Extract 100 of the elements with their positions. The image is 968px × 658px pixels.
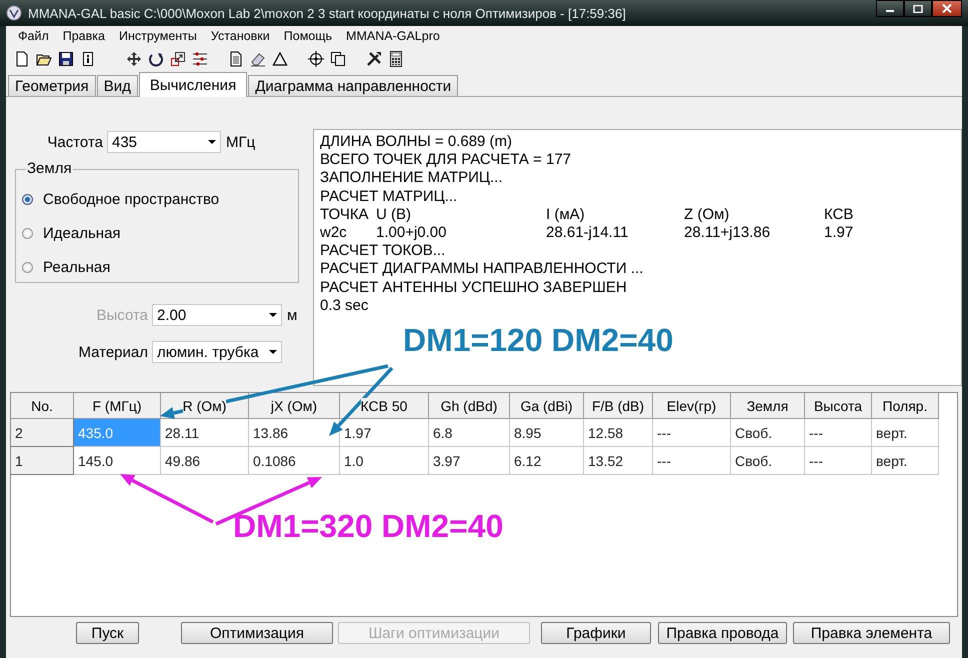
- log-line: РАСЧЕТ ДИАГРАММЫ НАПРАВЛЕННОСТИ ...: [320, 260, 644, 279]
- table-cell: 1.0: [340, 447, 429, 475]
- column-header[interactable]: R (Ом): [161, 393, 249, 419]
- app-icon: [6, 5, 22, 21]
- minimize-button[interactable]: [876, 0, 904, 17]
- log-line: I (мА): [546, 206, 586, 224]
- unit-label: м: [286, 306, 298, 324]
- table-cell: 6.12: [510, 447, 584, 475]
- caret-icon: [269, 313, 277, 317]
- table-cell: 13.52: [584, 447, 653, 475]
- table-cell: 6.8: [429, 419, 510, 447]
- resize-icon[interactable]: [170, 51, 186, 67]
- field-label: Частота: [46, 134, 104, 150]
- log-line: РАСЧЕТ ТОКОВ...: [320, 242, 446, 260]
- column-header[interactable]: jX (Ом): [249, 393, 340, 419]
- action-button[interactable]: Правка провода: [658, 622, 787, 644]
- log-line: ДЛИНА ВОЛНЫ = 0.689 (m): [320, 133, 512, 152]
- maximize-icon: [913, 4, 923, 12]
- log-line: КСВ: [824, 206, 854, 224]
- menu-item[interactable]: Инструменты: [112, 29, 205, 43]
- log-line: ТОЧКА: [320, 206, 370, 224]
- log-line: 28.61-j14.11: [546, 224, 630, 242]
- copy-icon[interactable]: [330, 51, 346, 67]
- table-cell: 1: [11, 447, 74, 475]
- table-cell: верт.: [872, 419, 939, 447]
- log-line: w2c: [320, 224, 348, 242]
- eraser-icon[interactable]: [250, 51, 266, 67]
- new-file-icon[interactable]: [14, 51, 30, 67]
- field-label: Высота: [95, 306, 149, 324]
- menu-item[interactable]: Помощь: [278, 29, 340, 43]
- tab[interactable]: Диаграмма направленности: [248, 75, 458, 96]
- table-cell: Своб.: [731, 447, 805, 475]
- close-icon: [942, 4, 952, 13]
- caret-icon: [269, 350, 277, 354]
- table-cell: ---: [653, 419, 731, 447]
- table-cell: 435.0: [74, 419, 161, 447]
- crosshair-icon[interactable]: [308, 51, 324, 67]
- triangle-icon[interactable]: [272, 51, 288, 67]
- menu-item[interactable]: Файл: [12, 29, 57, 43]
- radio-option[interactable]: Свободное пространство: [16, 182, 298, 216]
- log-line: 1.00+j0.00: [376, 224, 448, 242]
- table-cell: 1.97: [340, 419, 429, 447]
- menu-item[interactable]: Правка: [56, 29, 113, 43]
- calculator-icon[interactable]: [388, 51, 404, 67]
- log-line: РАСЧЕТ МАТРИЦ...: [320, 188, 458, 206]
- action-button[interactable]: Графики: [541, 622, 651, 644]
- column-header[interactable]: КСВ 50: [340, 393, 429, 419]
- action-button[interactable]: Правка элемента: [793, 622, 950, 644]
- close-button[interactable]: [932, 0, 962, 17]
- table-cell: ---: [653, 447, 731, 475]
- log-line: Z (Ом): [684, 206, 730, 224]
- table-cell: 49.86: [161, 447, 249, 475]
- rotate-icon[interactable]: [148, 51, 164, 67]
- table-cell: 2: [11, 419, 74, 447]
- action-button[interactable]: Пуск: [76, 622, 139, 644]
- document-icon[interactable]: [228, 51, 244, 67]
- action-button[interactable]: Оптимизация: [181, 622, 333, 644]
- frequency-field[interactable]: 435: [107, 131, 221, 153]
- log-line: ВСЕГО ТОЧЕК ДЛЯ РАСЧЕТА = 177: [320, 151, 572, 170]
- column-header[interactable]: Высота: [805, 393, 872, 419]
- table-cell: верт.: [872, 447, 939, 475]
- table-cell: 12.58: [584, 419, 653, 447]
- table-cell: 3.97: [429, 447, 510, 475]
- log-line: 28.11+j13.86: [684, 224, 772, 242]
- table-cell: ---: [805, 419, 872, 447]
- table-cell: 28.11: [161, 419, 249, 447]
- tab[interactable]: Вычисления: [138, 72, 248, 97]
- log-line: ЗАПОЛНЕНИЕ МАТРИЦ...: [320, 169, 503, 188]
- log-line: 1.97: [824, 224, 854, 242]
- table-cell: Своб.: [731, 419, 805, 447]
- column-header[interactable]: Elev(гр): [653, 393, 731, 419]
- column-header[interactable]: F (МГц): [74, 393, 161, 419]
- menu-item[interactable]: MMANA-GALpro: [340, 29, 448, 43]
- sliders-icon[interactable]: [192, 51, 208, 67]
- caret-icon: [208, 140, 216, 144]
- info-icon[interactable]: [80, 51, 96, 67]
- tab[interactable]: Геометрия: [8, 75, 96, 96]
- menu-item[interactable]: Установки: [204, 29, 278, 43]
- annotation-label: DM1=320 DM2=40: [233, 508, 504, 545]
- maximize-button[interactable]: [904, 0, 932, 17]
- material-field[interactable]: люмин. трубка: [152, 341, 282, 363]
- tools-icon[interactable]: [366, 51, 382, 67]
- table-cell: ---: [805, 447, 872, 475]
- window-title: MMANA-GAL basic C:\000\Moxon Lab 2\moxon 2 3 start координаты с ноля Оптимизиров - [17:59:36]: [28, 6, 627, 20]
- table-cell: 0.1086: [249, 447, 340, 475]
- column-header[interactable]: Ga (dBi): [510, 393, 584, 419]
- radio-option[interactable]: Идеальная: [16, 216, 298, 250]
- annotation-label: DM1=120 DM2=40: [403, 322, 674, 359]
- column-header[interactable]: No.: [11, 393, 74, 419]
- log-line: U (В): [376, 206, 412, 224]
- column-header[interactable]: F/B (dB): [584, 393, 653, 419]
- column-header[interactable]: Gh (dBd): [429, 393, 510, 419]
- field-label: Материал: [77, 344, 149, 360]
- column-header[interactable]: Поляр.: [872, 393, 939, 419]
- log-line: 0.3 sec: [320, 296, 368, 316]
- move-icon[interactable]: [126, 51, 142, 67]
- tab[interactable]: Вид: [96, 75, 138, 96]
- save-icon[interactable]: [58, 51, 74, 67]
- column-header[interactable]: Земля: [731, 393, 805, 419]
- radio-option[interactable]: Реальная: [16, 250, 298, 284]
